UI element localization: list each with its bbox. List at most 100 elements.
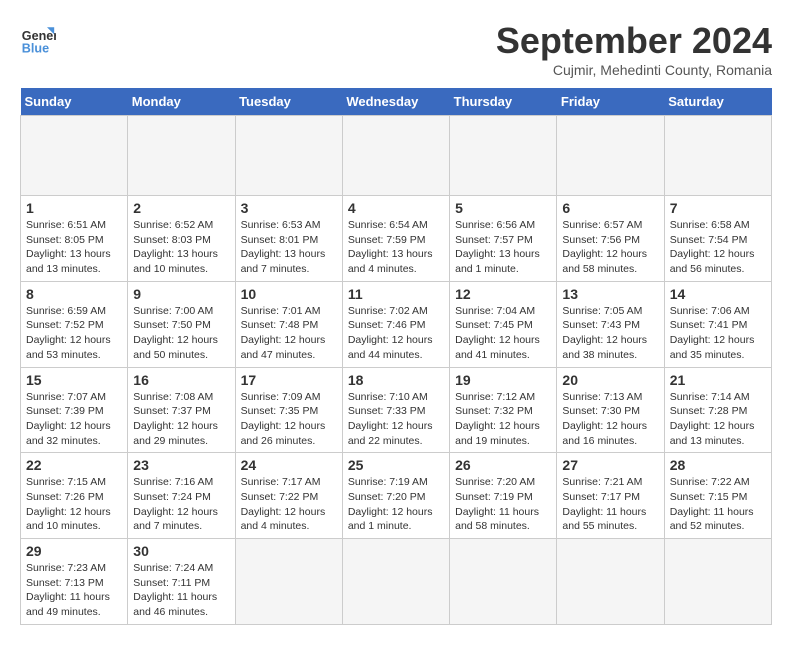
column-header-tuesday: Tuesday: [235, 88, 342, 116]
day-cell: 21Sunrise: 7:14 AMSunset: 7:28 PMDayligh…: [664, 367, 771, 453]
day-number: 13: [562, 286, 658, 302]
day-cell: 12Sunrise: 7:04 AMSunset: 7:45 PMDayligh…: [450, 281, 557, 367]
day-info: Sunrise: 7:06 AMSunset: 7:41 PMDaylight:…: [670, 304, 766, 363]
day-info: Sunrise: 6:53 AMSunset: 8:01 PMDaylight:…: [241, 218, 337, 277]
week-row-0: [21, 116, 772, 196]
day-number: 27: [562, 457, 658, 473]
day-cell: 26 Sunrise: 7:20 AMSunset: 7:19 PMDayligh…: [450, 453, 557, 539]
header-row: SundayMondayTuesdayWednesdayThursdayFrid…: [21, 88, 772, 116]
day-cell: 25Sunrise: 7:19 AMSunset: 7:20 PMDayligh…: [342, 453, 449, 539]
day-number: 28: [670, 457, 766, 473]
day-number: 22: [26, 457, 122, 473]
day-info: Sunrise: 7:19 AMSunset: 7:20 PMDaylight:…: [348, 475, 444, 534]
day-number: 30: [133, 543, 229, 559]
day-info: Sunrise: 7:10 AMSunset: 7:33 PMDaylight:…: [348, 390, 444, 449]
day-number: 4: [348, 200, 444, 216]
day-info: Sunrise: 6:56 AMSunset: 7:57 PMDaylight:…: [455, 218, 551, 277]
week-row-4: 22 Sunrise: 7:15 AMSunset: 7:26 PMDayligh…: [21, 453, 772, 539]
day-cell: [557, 116, 664, 196]
page-header: General Blue September 2024 Cujmir, Mehe…: [20, 20, 772, 78]
day-cell: 30 Sunrise: 7:24 AMSunset: 7:11 PMDayligh…: [128, 539, 235, 625]
day-number: 3: [241, 200, 337, 216]
column-header-sunday: Sunday: [21, 88, 128, 116]
week-row-2: 8 Sunrise: 6:59 AMSunset: 7:52 PMDaylight…: [21, 281, 772, 367]
day-number: 18: [348, 372, 444, 388]
day-info: Sunrise: 7:07 AMSunset: 7:39 PMDaylight:…: [26, 390, 122, 449]
day-info: Sunrise: 7:24 AMSunset: 7:11 PMDaylight:…: [133, 561, 229, 620]
day-info: Sunrise: 7:17 AMSunset: 7:22 PMDaylight:…: [241, 475, 337, 534]
day-cell: [664, 539, 771, 625]
day-cell: 8 Sunrise: 6:59 AMSunset: 7:52 PMDaylight…: [21, 281, 128, 367]
day-cell: 16Sunrise: 7:08 AMSunset: 7:37 PMDayligh…: [128, 367, 235, 453]
day-number: 2: [133, 200, 229, 216]
day-number: 12: [455, 286, 551, 302]
day-cell: 23Sunrise: 7:16 AMSunset: 7:24 PMDayligh…: [128, 453, 235, 539]
day-info: Sunrise: 7:20 AMSunset: 7:19 PMDaylight:…: [455, 475, 551, 534]
day-info: Sunrise: 7:23 AMSunset: 7:13 PMDaylight:…: [26, 561, 122, 620]
day-cell: [128, 116, 235, 196]
day-cell: [235, 116, 342, 196]
day-info: Sunrise: 7:00 AMSunset: 7:50 PMDaylight:…: [133, 304, 229, 363]
logo: General Blue: [20, 20, 56, 56]
column-header-friday: Friday: [557, 88, 664, 116]
day-cell: 9 Sunrise: 7:00 AMSunset: 7:50 PMDaylight…: [128, 281, 235, 367]
day-cell: 10Sunrise: 7:01 AMSunset: 7:48 PMDayligh…: [235, 281, 342, 367]
day-cell: [450, 539, 557, 625]
day-info: Sunrise: 6:52 AMSunset: 8:03 PMDaylight:…: [133, 218, 229, 277]
day-number: 16: [133, 372, 229, 388]
day-info: Sunrise: 6:57 AMSunset: 7:56 PMDaylight:…: [562, 218, 658, 277]
day-cell: 2 Sunrise: 6:52 AMSunset: 8:03 PMDaylight…: [128, 196, 235, 282]
day-cell: [450, 116, 557, 196]
day-cell: 5 Sunrise: 6:56 AMSunset: 7:57 PMDaylight…: [450, 196, 557, 282]
day-cell: 17 Sunrise: 7:09 AMSunset: 7:35 PMDayligh…: [235, 367, 342, 453]
day-cell: 7Sunrise: 6:58 AMSunset: 7:54 PMDaylight…: [664, 196, 771, 282]
day-number: 5: [455, 200, 551, 216]
week-row-3: 15 Sunrise: 7:07 AMSunset: 7:39 PMDayligh…: [21, 367, 772, 453]
day-info: Sunrise: 7:05 AMSunset: 7:43 PMDaylight:…: [562, 304, 658, 363]
week-row-5: 29 Sunrise: 7:23 AMSunset: 7:13 PMDayligh…: [21, 539, 772, 625]
day-cell: 27 Sunrise: 7:21 AMSunset: 7:17 PMDayligh…: [557, 453, 664, 539]
day-cell: 18 Sunrise: 7:10 AMSunset: 7:33 PMDayligh…: [342, 367, 449, 453]
day-cell: 1Sunrise: 6:51 AMSunset: 8:05 PMDaylight…: [21, 196, 128, 282]
day-cell: [342, 116, 449, 196]
day-number: 1: [26, 200, 122, 216]
logo-icon: General Blue: [20, 20, 56, 56]
day-number: 23: [133, 457, 229, 473]
day-number: 20: [562, 372, 658, 388]
day-number: 17: [241, 372, 337, 388]
day-cell: [557, 539, 664, 625]
day-number: 8: [26, 286, 122, 302]
day-cell: 24 Sunrise: 7:17 AMSunset: 7:22 PMDayligh…: [235, 453, 342, 539]
day-cell: 29 Sunrise: 7:23 AMSunset: 7:13 PMDayligh…: [21, 539, 128, 625]
day-number: 7: [670, 200, 766, 216]
month-title: September 2024: [496, 20, 772, 62]
day-info: Sunrise: 7:15 AMSunset: 7:26 PMDaylight:…: [26, 475, 122, 534]
day-cell: 11 Sunrise: 7:02 AMSunset: 7:46 PMDayligh…: [342, 281, 449, 367]
day-number: 26: [455, 457, 551, 473]
day-number: 10: [241, 286, 337, 302]
day-number: 9: [133, 286, 229, 302]
day-number: 29: [26, 543, 122, 559]
day-cell: [342, 539, 449, 625]
day-number: 11: [348, 286, 444, 302]
day-info: Sunrise: 7:09 AMSunset: 7:35 PMDaylight:…: [241, 390, 337, 449]
day-cell: 3 Sunrise: 6:53 AMSunset: 8:01 PMDaylight…: [235, 196, 342, 282]
day-number: 14: [670, 286, 766, 302]
day-info: Sunrise: 6:54 AMSunset: 7:59 PMDaylight:…: [348, 218, 444, 277]
day-number: 21: [670, 372, 766, 388]
day-info: Sunrise: 7:02 AMSunset: 7:46 PMDaylight:…: [348, 304, 444, 363]
day-info: Sunrise: 7:21 AMSunset: 7:17 PMDaylight:…: [562, 475, 658, 534]
day-number: 6: [562, 200, 658, 216]
day-cell: 14 Sunrise: 7:06 AMSunset: 7:41 PMDayligh…: [664, 281, 771, 367]
column-header-monday: Monday: [128, 88, 235, 116]
day-cell: 4 Sunrise: 6:54 AMSunset: 7:59 PMDaylight…: [342, 196, 449, 282]
location: Cujmir, Mehedinti County, Romania: [496, 62, 772, 78]
column-header-thursday: Thursday: [450, 88, 557, 116]
day-number: 15: [26, 372, 122, 388]
calendar-table: SundayMondayTuesdayWednesdayThursdayFrid…: [20, 88, 772, 625]
day-cell: 28 Sunrise: 7:22 AMSunset: 7:15 PMDayligh…: [664, 453, 771, 539]
day-cell: 13 Sunrise: 7:05 AMSunset: 7:43 PMDayligh…: [557, 281, 664, 367]
day-info: Sunrise: 6:59 AMSunset: 7:52 PMDaylight:…: [26, 304, 122, 363]
day-number: 24: [241, 457, 337, 473]
day-info: Sunrise: 7:22 AMSunset: 7:15 PMDaylight:…: [670, 475, 766, 534]
